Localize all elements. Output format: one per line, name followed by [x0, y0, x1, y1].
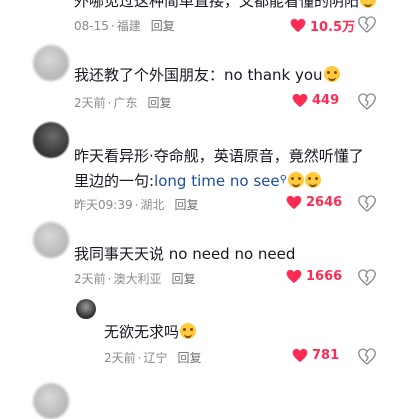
search-icon[interactable]: ⚲	[280, 174, 287, 185]
comment-date: 2天前	[74, 272, 106, 286]
comment-date: 2天前	[104, 351, 136, 365]
search-link[interactable]: long time no see	[154, 172, 280, 190]
like-button[interactable]: 781	[292, 348, 339, 363]
comment-location: 澳大利亚	[113, 272, 162, 286]
comment-body: 昨天看异形·夺命舰，英语原音，竟然听懂了	[74, 147, 364, 165]
like-count: 449	[312, 93, 340, 108]
comment-text: 我同事天天说 no need no need	[74, 242, 295, 266]
comment-meta: 2天前 · 广东 回复	[74, 96, 172, 110]
reply-button[interactable]: 回复	[151, 19, 175, 33]
comment-text: 昨天看异形·夺命舰，英语原音，竟然听懂了	[74, 144, 364, 168]
comment-text: 我还教了个外国朋友：no thank you	[74, 63, 340, 87]
avatar[interactable]	[33, 45, 69, 81]
comment-meta: 2天前 · 辽宁 回复	[104, 351, 202, 365]
heart-icon	[286, 269, 302, 284]
comment-body: 我同事天天说 no need no need	[74, 245, 296, 263]
avatar[interactable]	[76, 299, 96, 319]
like-count: 2646	[306, 195, 343, 210]
like-button[interactable]: 449	[292, 93, 339, 108]
like-count: 10.5万	[310, 20, 356, 35]
broken-heart-icon[interactable]	[358, 269, 376, 286]
heart-icon	[292, 348, 308, 363]
heart-icon	[286, 195, 302, 210]
avatar[interactable]	[33, 122, 69, 158]
comment-body: 外哪见过这种简单直接，叉都能看懂的阴阳	[74, 0, 360, 10]
heart-icon	[292, 93, 308, 108]
comment-date: 2天前	[74, 96, 106, 110]
reply-button[interactable]: 回复	[177, 351, 201, 365]
comment-meta: 2天前 · 澳大利亚 回复	[74, 272, 196, 286]
comment-body: 无欲无求吗	[104, 323, 180, 341]
comment-body: 里边的一句:	[74, 172, 155, 190]
comment-location: 福建	[116, 19, 141, 33]
emoji-icon	[180, 323, 197, 339]
avatar[interactable]	[33, 222, 69, 258]
comment-text: 外哪见过这种简单直接，叉都能看懂的阴阳	[74, 0, 377, 13]
reply-button[interactable]: 回复	[147, 96, 171, 110]
comment-text: 里边的一句:long time no see⚲	[74, 168, 321, 193]
comment-location: 湖北	[140, 198, 165, 212]
emoji-icon	[323, 66, 340, 82]
comment-location: 广东	[113, 96, 138, 110]
like-button[interactable]: 2646	[286, 195, 342, 210]
broken-heart-icon[interactable]	[358, 93, 376, 110]
reply-button[interactable]: 回复	[171, 272, 195, 286]
broken-heart-icon[interactable]	[358, 16, 376, 33]
comment-date: 08-15	[74, 19, 109, 33]
reply-button[interactable]: 回复	[174, 198, 198, 212]
like-button[interactable]: 1666	[286, 269, 342, 284]
comment-location: 辽宁	[143, 351, 168, 365]
avatar[interactable]	[33, 383, 69, 419]
comment-body: 我还教了个外国朋友：no thank you	[74, 66, 323, 84]
emoji-icon	[360, 0, 377, 8]
comment-text: 无欲无求吗	[104, 320, 197, 344]
comment-date: 昨天09:39	[74, 198, 133, 212]
heart-icon	[290, 18, 306, 33]
like-count: 781	[312, 348, 340, 363]
broken-heart-icon[interactable]	[358, 195, 376, 212]
broken-heart-icon[interactable]	[358, 348, 376, 365]
emoji-icon	[287, 172, 304, 188]
comment-meta: 昨天09:39 · 湖北 回复	[74, 198, 199, 212]
emoji-icon	[304, 172, 321, 188]
like-button[interactable]: 10.5万	[290, 16, 355, 35]
comment-meta: 08-15 · 福建 回复	[74, 19, 175, 33]
like-count: 1666	[306, 269, 343, 284]
